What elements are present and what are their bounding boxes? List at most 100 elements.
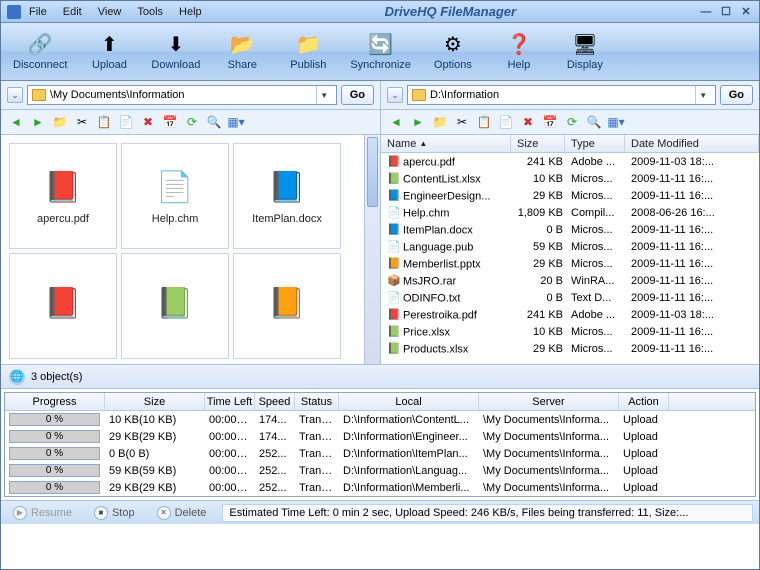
upload-button[interactable]: ⬆Upload <box>81 31 137 73</box>
col-date[interactable]: Date Modified <box>625 135 759 152</box>
file-row[interactable]: 📘ItemPlan.docx0 BMicros...2009-11-11 16:… <box>381 221 759 238</box>
paste-icon[interactable]: 📄 <box>497 113 515 131</box>
right-path-box[interactable]: D:\Information ▼ <box>407 85 716 105</box>
col-speed[interactable]: Speed <box>255 393 295 410</box>
file-row[interactable]: 📄Help.chm1,809 KBCompil...2008-06-26 16:… <box>381 204 759 221</box>
back-icon[interactable]: ◄ <box>387 113 405 131</box>
file-row[interactable]: 📄Language.pub59 KBMicros...2009-11-11 16… <box>381 238 759 255</box>
maximize-button[interactable]: ☐ <box>719 5 733 19</box>
transfer-speed: 252... <box>255 448 295 460</box>
download-button[interactable]: ⬇Download <box>147 31 204 73</box>
transfer-row[interactable]: 0 %59 KB(59 KB)00:00:01252...Transfe...D… <box>5 462 755 479</box>
file-date: 2009-11-11 16:... <box>627 258 757 270</box>
right-pane: Name ▲ Size Type Date Modified 📕apercu.p… <box>381 135 759 364</box>
col-local[interactable]: Local <box>339 393 479 410</box>
up-icon[interactable]: 📁 <box>51 113 69 131</box>
share-button[interactable]: 📂Share <box>214 31 270 73</box>
col-action[interactable]: Action <box>619 393 669 410</box>
file-row[interactable]: 📦MsJRO.rar20 BWinRA...2009-11-11 16:... <box>381 272 759 289</box>
display-button[interactable]: 🖥Display <box>557 31 613 73</box>
options-button[interactable]: ⚙Options <box>425 31 481 73</box>
right-collapse-icon[interactable]: ⌄ <box>387 87 403 103</box>
file-type: Micros... <box>567 241 627 253</box>
menu-file[interactable]: File <box>29 6 47 18</box>
file-row[interactable]: 📘EngineerDesign...29 KBMicros...2009-11-… <box>381 187 759 204</box>
file-tile[interactable]: 📗 <box>121 253 229 359</box>
dropdown-icon[interactable]: ▼ <box>316 86 332 104</box>
file-row[interactable]: 📕apercu.pdf241 KBAdobe ...2009-11-03 18:… <box>381 153 759 170</box>
forward-icon[interactable]: ► <box>29 113 47 131</box>
left-path-box[interactable]: \My Documents\Information ▼ <box>27 85 337 105</box>
views-icon[interactable]: ▦▾ <box>607 113 625 131</box>
copy-icon[interactable]: 📋 <box>95 113 113 131</box>
col-progress[interactable]: Progress <box>5 393 105 410</box>
left-go-button[interactable]: Go <box>341 85 374 105</box>
back-icon[interactable]: ◄ <box>7 113 25 131</box>
col-status[interactable]: Status <box>295 393 339 410</box>
stop-button[interactable]: ■Stop <box>88 504 141 522</box>
menu-help[interactable]: Help <box>179 6 202 18</box>
forward-icon[interactable]: ► <box>409 113 427 131</box>
col-timeleft[interactable]: Time Left <box>205 393 255 410</box>
file-type: Micros... <box>567 343 627 355</box>
file-size: 0 B <box>513 224 567 236</box>
menu-tools[interactable]: Tools <box>137 6 163 18</box>
cut-icon[interactable]: ✂ <box>73 113 91 131</box>
file-tile[interactable]: 📕apercu.pdf <box>9 143 117 249</box>
up-icon[interactable]: 📁 <box>431 113 449 131</box>
search-icon[interactable]: 🔍 <box>205 113 223 131</box>
col-name[interactable]: Name ▲ <box>381 135 511 152</box>
file-row[interactable]: 📗ContentList.xlsx10 KBMicros...2009-11-1… <box>381 170 759 187</box>
toolbar-label: Download <box>151 59 200 71</box>
progress-bar: 0 % <box>9 464 100 477</box>
left-collapse-icon[interactable]: ⌄ <box>7 87 23 103</box>
help-button[interactable]: ❓Help <box>491 31 547 73</box>
transfer-row[interactable]: 0 %0 B(0 B)00:00:00252...Transfe...D:\In… <box>5 445 755 462</box>
col-type[interactable]: Type <box>565 135 625 152</box>
refresh-icon[interactable]: ⟳ <box>183 113 201 131</box>
transfer-row[interactable]: 0 %29 KB(29 KB)00:00:01252...Transfe...D… <box>5 479 755 496</box>
delete-button[interactable]: ✕Delete <box>151 504 213 522</box>
transfer-row[interactable]: 0 %10 KB(10 KB)00:00:01174...Transfe...D… <box>5 411 755 428</box>
close-button[interactable]: ✕ <box>739 5 753 19</box>
synchronize-button[interactable]: 🔄Synchronize <box>346 31 415 73</box>
properties-icon[interactable]: 📅 <box>541 113 559 131</box>
views-icon[interactable]: ▦▾ <box>227 113 245 131</box>
file-tile[interactable]: 📄Help.chm <box>121 143 229 249</box>
file-icon: 📗 <box>387 325 401 339</box>
file-tile[interactable]: 📙 <box>233 253 341 359</box>
delete-icon[interactable]: ✖ <box>519 113 537 131</box>
col-size[interactable]: Size <box>511 135 565 152</box>
copy-icon[interactable]: 📋 <box>475 113 493 131</box>
menu-edit[interactable]: Edit <box>63 6 82 18</box>
properties-icon[interactable]: 📅 <box>161 113 179 131</box>
paste-icon[interactable]: 📄 <box>117 113 135 131</box>
file-row[interactable]: 📗Products.xlsx29 KBMicros...2009-11-11 1… <box>381 340 759 357</box>
disconnect-icon: 🔗 <box>26 33 54 57</box>
file-row[interactable]: 📙Memberlist.pptx29 KBMicros...2009-11-11… <box>381 255 759 272</box>
transfer-row[interactable]: 0 %29 KB(29 KB)00:00:01174...Transfe...D… <box>5 428 755 445</box>
file-row[interactable]: 📗Price.xlsx10 KBMicros...2009-11-11 16:.… <box>381 323 759 340</box>
col-size[interactable]: Size <box>105 393 205 410</box>
delete-icon[interactable]: ✖ <box>139 113 157 131</box>
file-row[interactable]: 📕Perestroika.pdf241 KBAdobe ...2009-11-0… <box>381 306 759 323</box>
publish-button[interactable]: 📁Publish <box>280 31 336 73</box>
file-name: EngineerDesign... <box>403 190 490 202</box>
right-go-button[interactable]: Go <box>720 85 753 105</box>
refresh-icon[interactable]: ⟳ <box>563 113 581 131</box>
resume-button[interactable]: ▶Resume <box>7 504 78 522</box>
transfer-local: D:\Information\Engineer... <box>339 431 479 443</box>
minimize-button[interactable]: — <box>699 5 713 19</box>
file-tile[interactable]: 📕 <box>9 253 117 359</box>
file-tile[interactable]: 📘ItemPlan.docx <box>233 143 341 249</box>
col-server[interactable]: Server <box>479 393 619 410</box>
scrollbar[interactable] <box>364 135 380 364</box>
search-icon[interactable]: 🔍 <box>585 113 603 131</box>
transfer-server: \My Documents\Informa... <box>479 482 619 494</box>
file-row[interactable]: 📄ODINFO.txt0 BText D...2009-11-11 16:... <box>381 289 759 306</box>
disconnect-button[interactable]: 🔗Disconnect <box>9 31 71 73</box>
file-name: Perestroika.pdf <box>403 309 477 321</box>
cut-icon[interactable]: ✂ <box>453 113 471 131</box>
dropdown-icon[interactable]: ▼ <box>695 86 711 104</box>
menu-view[interactable]: View <box>98 6 122 18</box>
